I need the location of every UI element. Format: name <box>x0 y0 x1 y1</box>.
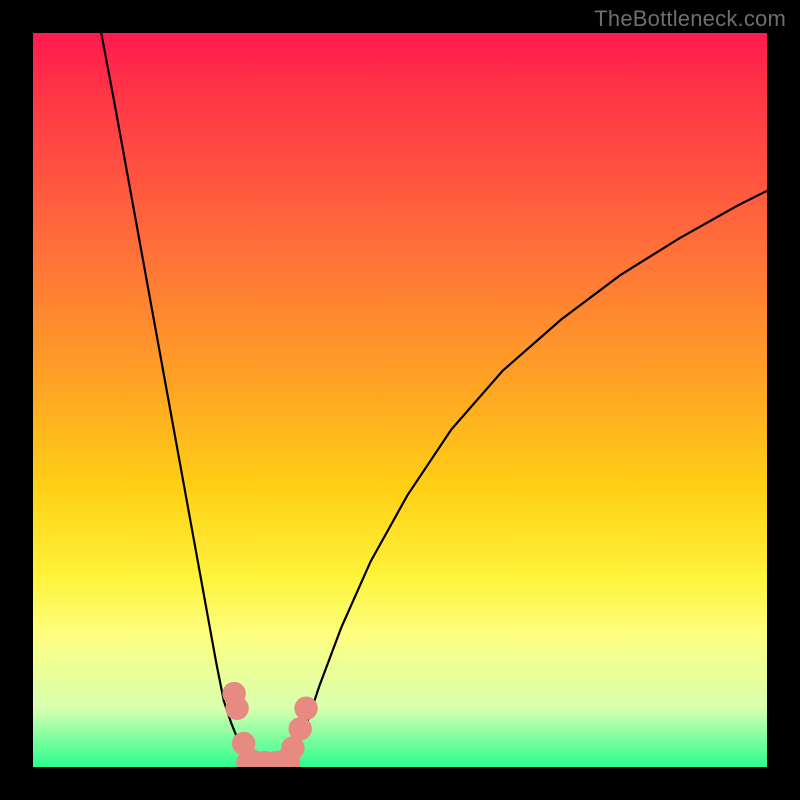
marker-dot <box>288 717 311 740</box>
curve-markers <box>222 682 317 767</box>
curve-right-branch <box>286 191 767 764</box>
marker-dot <box>225 697 248 720</box>
outer-frame: TheBottleneck.com <box>0 0 800 800</box>
chart-svg <box>33 33 767 767</box>
curve-left-branch <box>101 33 251 764</box>
watermark-text: TheBottleneck.com <box>594 6 786 32</box>
plot-area <box>33 33 767 767</box>
marker-dot <box>294 697 317 720</box>
